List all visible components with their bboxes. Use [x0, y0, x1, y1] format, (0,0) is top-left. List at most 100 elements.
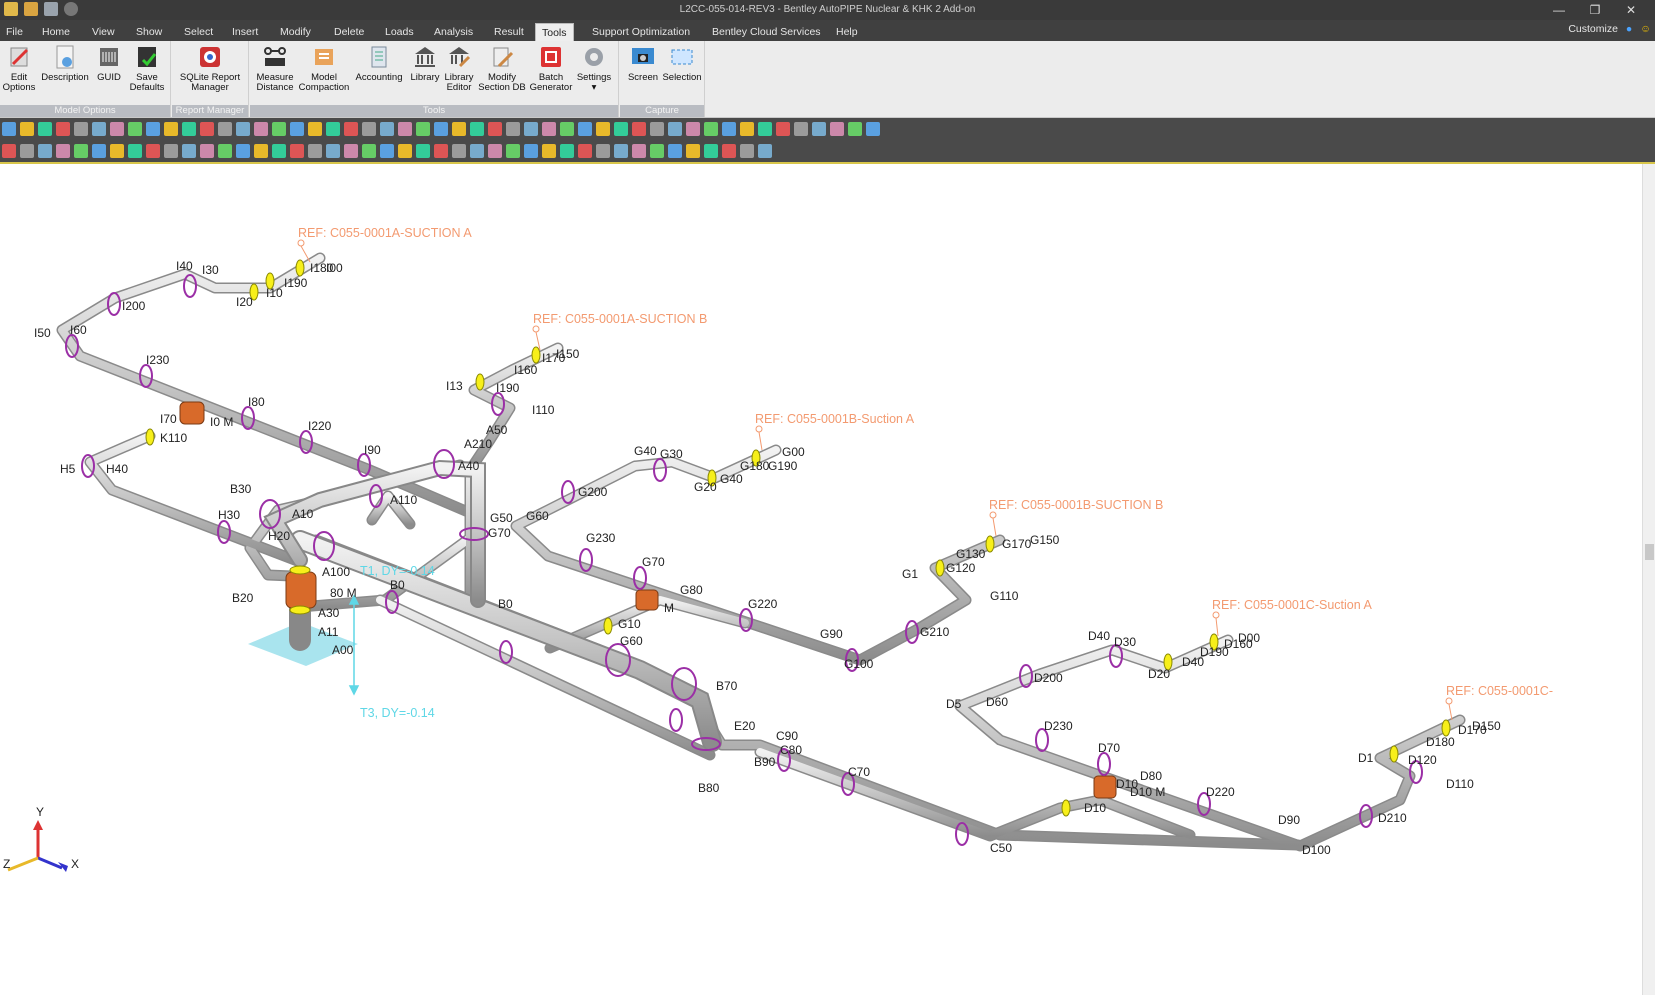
toolbar-tool-icon[interactable]: [740, 144, 754, 158]
toolbar-tool-icon[interactable]: [200, 122, 214, 136]
tab-support-optimization[interactable]: Support Optimization: [586, 23, 696, 41]
toolbar-tool-icon[interactable]: [776, 122, 790, 136]
toolbar-tool-icon[interactable]: [344, 122, 358, 136]
toolbar-tool-icon[interactable]: [740, 122, 754, 136]
toolbar-tool-icon[interactable]: [866, 122, 880, 136]
toolbar-tool-icon[interactable]: [596, 122, 610, 136]
toolbar-tool-icon[interactable]: [56, 144, 70, 158]
toolbar-tool-icon[interactable]: [686, 122, 700, 136]
toolbar-tool-icon[interactable]: [722, 144, 736, 158]
toolbar-tool-icon[interactable]: [542, 144, 556, 158]
toolbar-tool-icon[interactable]: [362, 144, 376, 158]
smiley-icon[interactable]: ☺: [1640, 23, 1651, 35]
toolbar-tool-icon[interactable]: [452, 122, 466, 136]
description-button[interactable]: Description: [38, 43, 92, 83]
toolbar-tool-icon[interactable]: [200, 144, 214, 158]
toolbar-tool-icon[interactable]: [74, 122, 88, 136]
toolbar-tool-icon[interactable]: [488, 122, 502, 136]
toolbar-tool-icon[interactable]: [236, 144, 250, 158]
toolbar-tool-icon[interactable]: [326, 144, 340, 158]
toolbar-tool-icon[interactable]: [146, 144, 160, 158]
toolbar-tool-icon[interactable]: [236, 122, 250, 136]
toolbar-tool-icon[interactable]: [830, 122, 844, 136]
toolbar-tool-icon[interactable]: [650, 122, 664, 136]
support-markers[interactable]: [65, 274, 1423, 846]
toolbar-tool-icon[interactable]: [362, 122, 376, 136]
toolbar-tool-icon[interactable]: [218, 122, 232, 136]
toolbar-tool-icon[interactable]: [398, 122, 412, 136]
tab-file[interactable]: File: [0, 23, 29, 41]
batch-generator-button[interactable]: Batch Generator: [528, 43, 574, 93]
toolbar-tool-icon[interactable]: [182, 144, 196, 158]
toolbar-tool-icon[interactable]: [272, 122, 286, 136]
toolbar-tool-icon[interactable]: [38, 144, 52, 158]
toolbar-tool-icon[interactable]: [470, 144, 484, 158]
tab-bentley-cloud-services[interactable]: Bentley Cloud Services: [706, 23, 827, 41]
tab-tools[interactable]: Tools: [535, 23, 574, 42]
toolbar-tool-icon[interactable]: [524, 144, 538, 158]
tab-analysis[interactable]: Analysis: [428, 23, 479, 41]
toolbar-tool-icon[interactable]: [398, 144, 412, 158]
toolbar-tool-icon[interactable]: [578, 144, 592, 158]
toolbar-tool-icon[interactable]: [254, 122, 268, 136]
toolbar-tool-icon[interactable]: [506, 122, 520, 136]
valve-i[interactable]: [179, 401, 205, 425]
guid-button[interactable]: GUID: [94, 43, 124, 83]
settings-button[interactable]: Settings ▾: [574, 43, 614, 93]
toolbar-tool-icon[interactable]: [308, 144, 322, 158]
toolbar-tool-icon[interactable]: [416, 144, 430, 158]
toolbar-tool-icon[interactable]: [560, 144, 574, 158]
tab-result[interactable]: Result: [488, 23, 530, 41]
toolbar-tool-icon[interactable]: [110, 144, 124, 158]
toolbar-tool-icon[interactable]: [326, 122, 340, 136]
toolbar-tool-icon[interactable]: [668, 122, 682, 136]
toolbar-tool-icon[interactable]: [614, 144, 628, 158]
tab-loads[interactable]: Loads: [379, 23, 420, 41]
valve-d[interactable]: [1093, 775, 1117, 799]
toolbar-tool-icon[interactable]: [614, 122, 628, 136]
toolbar-tool-icon[interactable]: [758, 122, 772, 136]
scrollbar-thumb[interactable]: [1645, 544, 1654, 560]
toolbar-tool-icon[interactable]: [704, 122, 718, 136]
toolbar-tool-icon[interactable]: [128, 144, 142, 158]
accounting-button[interactable]: Accounting: [352, 43, 406, 83]
toolbar-tool-icon[interactable]: [254, 144, 268, 158]
sqlite-report-manager-button[interactable]: SQLite Report Manager: [176, 43, 244, 93]
toolbar-tool-icon[interactable]: [380, 144, 394, 158]
piping-model[interactable]: REF: C055-0001A-SUCTION A REF: C055-0001…: [0, 164, 1642, 995]
customize-button[interactable]: Customize: [1568, 23, 1618, 35]
toolbar-tool-icon[interactable]: [668, 144, 682, 158]
user-icon[interactable]: ●: [1626, 23, 1632, 35]
toolbar-tool-icon[interactable]: [218, 144, 232, 158]
toolbar-tool-icon[interactable]: [488, 144, 502, 158]
toolbar-tool-icon[interactable]: [38, 122, 52, 136]
toolbar-tool-icon[interactable]: [92, 144, 106, 158]
tab-delete[interactable]: Delete: [328, 23, 370, 41]
screen-capture-button[interactable]: Screen: [624, 43, 662, 83]
tab-modify[interactable]: Modify: [274, 23, 317, 41]
toolbar-tool-icon[interactable]: [56, 122, 70, 136]
restore-icon[interactable]: ❐: [1577, 1, 1613, 19]
toolbar-tool-icon[interactable]: [542, 122, 556, 136]
tab-select[interactable]: Select: [178, 23, 219, 41]
toolbar-tool-icon[interactable]: [308, 122, 322, 136]
toolbar-tool-icon[interactable]: [74, 144, 88, 158]
model-compaction-button[interactable]: Model Compaction: [298, 43, 350, 93]
toolbar-tool-icon[interactable]: [416, 122, 430, 136]
toolbar-tool-icon[interactable]: [290, 122, 304, 136]
toolbar-tool-icon[interactable]: [164, 144, 178, 158]
toolbar-tool-icon[interactable]: [812, 122, 826, 136]
toolbar-tool-icon[interactable]: [2, 122, 16, 136]
toolbar-tool-icon[interactable]: [848, 122, 862, 136]
toolbar-tool-icon[interactable]: [596, 144, 610, 158]
tab-show[interactable]: Show: [130, 23, 168, 41]
modify-section-db-button[interactable]: Modify Section DB: [476, 43, 528, 93]
tab-home[interactable]: Home: [36, 23, 76, 41]
toolbar-tool-icon[interactable]: [20, 144, 34, 158]
toolbar-tool-icon[interactable]: [146, 122, 160, 136]
toolbar-tool-icon[interactable]: [164, 122, 178, 136]
toolbar-tool-icon[interactable]: [290, 144, 304, 158]
tab-help[interactable]: Help: [830, 23, 864, 41]
valve-g[interactable]: [635, 589, 659, 611]
toolbar-tool-icon[interactable]: [506, 144, 520, 158]
